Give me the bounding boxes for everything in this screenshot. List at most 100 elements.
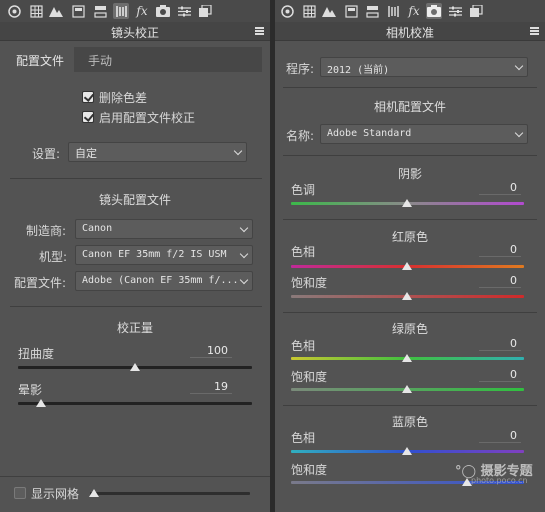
panel-header: 镜头校正 — [0, 22, 270, 41]
profile-value: Adobe (Canon EF 35mm f/... — [82, 275, 239, 286]
red-saturation-label: 饱和度 — [291, 276, 328, 290]
green-hue-label: 色相 — [291, 339, 316, 353]
divider-line — [283, 155, 537, 156]
process-select[interactable]: 2012 (当前) — [320, 57, 528, 77]
grid-icon[interactable] — [28, 3, 44, 19]
divider-line — [283, 219, 537, 220]
enable-profile-label: 启用配置文件校正 — [99, 111, 196, 125]
grid-size-slider[interactable] — [90, 492, 250, 495]
aperture-icon[interactable] — [279, 3, 295, 19]
red-hue-slider-thumb[interactable] — [402, 262, 412, 270]
shadows-tint-value[interactable]: 0 — [479, 181, 521, 195]
grid-size-slider-thumb[interactable] — [89, 489, 99, 497]
make-value: Canon — [82, 223, 113, 234]
sliders-icon[interactable] — [447, 3, 463, 19]
blue-primary-title: 蓝原色 — [391, 415, 428, 429]
model-label: 机型: — [39, 250, 68, 264]
profile-label: 配置文件: — [14, 276, 67, 290]
blue-saturation-label: 饱和度 — [291, 463, 328, 477]
chevron-down-icon — [230, 143, 246, 161]
grid-icon[interactable] — [301, 3, 317, 19]
make-select[interactable]: Canon — [75, 219, 253, 239]
tab-manual[interactable]: 手动 — [74, 47, 262, 72]
model-value: Canon EF 35mm f/2 IS USM — [82, 249, 227, 260]
divider-line — [0, 476, 270, 477]
enable-profile-checkbox[interactable] — [82, 111, 94, 123]
camera-profile-select[interactable]: Adobe Standard — [320, 124, 528, 144]
setup-select[interactable]: 自定 — [68, 142, 247, 162]
red-hue-value[interactable]: 0 — [479, 243, 521, 257]
green-saturation-label: 饱和度 — [291, 370, 328, 384]
divider-line — [10, 178, 262, 179]
panel-toolbar: fx — [0, 0, 270, 22]
panel-icon[interactable] — [343, 3, 359, 19]
vignetting-label: 晕影 — [18, 383, 43, 397]
lens-corrections-panel: fx 镜头校正 配置文件 手动 删除色差 启用配置文件校正 设置: 自定 镜头配… — [0, 0, 270, 512]
lens-profile-title: 镜头配置文件 — [98, 193, 171, 207]
remove-ca-checkbox[interactable] — [82, 91, 94, 103]
tab-manual-label: 手动 — [88, 54, 113, 68]
distortion-value[interactable]: 100 — [190, 344, 232, 358]
split-toning-icon[interactable] — [364, 3, 380, 19]
remove-ca-label: 删除色差 — [99, 91, 148, 105]
fx-icon[interactable]: fx — [406, 3, 422, 19]
name-label: 名称: — [286, 129, 315, 143]
camera-calibration-panel: fx 相机校准 程序: 2012 (当前) 相机配置文件 名称: Adobe S… — [275, 0, 545, 512]
distortion-label: 扭曲度 — [18, 347, 55, 361]
setup-label: 设置: — [32, 147, 61, 161]
green-hue-slider-thumb[interactable] — [402, 354, 412, 362]
process-label: 程序: — [286, 62, 315, 76]
panel-toolbar: fx — [275, 0, 545, 22]
fx-icon[interactable]: fx — [134, 3, 150, 19]
vignetting-value[interactable]: 19 — [190, 380, 232, 394]
green-saturation-value[interactable]: 0 — [479, 368, 521, 382]
presets-icon[interactable] — [197, 3, 213, 19]
show-grid-label: 显示网格 — [31, 487, 80, 501]
shadows-tint-label: 色调 — [291, 183, 316, 197]
panel-menu-icon[interactable] — [255, 27, 264, 35]
green-primary-title: 绿原色 — [391, 322, 428, 336]
blue-hue-label: 色相 — [291, 431, 316, 445]
panel-header: 相机校准 — [275, 22, 545, 41]
correction-amount-title: 校正量 — [116, 321, 153, 335]
chevron-down-icon — [511, 58, 527, 76]
camera-profile-title: 相机配置文件 — [373, 100, 446, 114]
red-saturation-slider-thumb[interactable] — [402, 292, 412, 300]
divider-line — [283, 87, 537, 88]
chevron-down-icon — [236, 220, 252, 238]
panel-icon[interactable] — [70, 3, 86, 19]
presets-icon[interactable] — [468, 3, 484, 19]
model-select[interactable]: Canon EF 35mm f/2 IS USM — [75, 245, 253, 265]
aperture-icon[interactable] — [6, 3, 22, 19]
vignetting-slider-thumb[interactable] — [36, 399, 46, 407]
vignetting-slider[interactable] — [18, 402, 252, 405]
shadows-tint-slider-thumb[interactable] — [402, 199, 412, 207]
green-saturation-slider-thumb[interactable] — [402, 385, 412, 393]
divider-line — [10, 306, 262, 307]
mountain-icon[interactable] — [48, 3, 64, 19]
show-grid-checkbox[interactable] — [14, 487, 26, 499]
make-label: 制造商: — [26, 224, 67, 238]
lens-icon[interactable] — [385, 3, 401, 19]
chevron-down-icon — [511, 125, 527, 143]
panel-menu-icon[interactable] — [530, 27, 539, 35]
mountain-icon[interactable] — [321, 3, 337, 19]
distortion-slider-thumb[interactable] — [130, 363, 140, 371]
camera-profile-value: Adobe Standard — [327, 128, 412, 139]
lens-icon[interactable] — [113, 3, 129, 19]
split-toning-icon[interactable] — [92, 3, 108, 19]
divider-line — [283, 312, 537, 313]
camera-icon[interactable] — [155, 3, 171, 19]
tab-profile[interactable]: 配置文件 — [8, 47, 72, 72]
process-value: 2012 (当前) — [327, 65, 390, 76]
profile-select[interactable]: Adobe (Canon EF 35mm f/... — [75, 271, 253, 291]
green-hue-value[interactable]: 0 — [479, 337, 521, 351]
panel-title: 相机校准 — [385, 26, 434, 40]
sliders-icon[interactable] — [176, 3, 192, 19]
red-saturation-value[interactable]: 0 — [479, 274, 521, 288]
blue-hue-value[interactable]: 0 — [479, 429, 521, 443]
blue-hue-slider-thumb[interactable] — [402, 447, 412, 455]
divider-line — [283, 405, 537, 406]
camera-icon[interactable] — [426, 3, 442, 19]
tab-bar: 配置文件 手动 — [8, 47, 262, 72]
